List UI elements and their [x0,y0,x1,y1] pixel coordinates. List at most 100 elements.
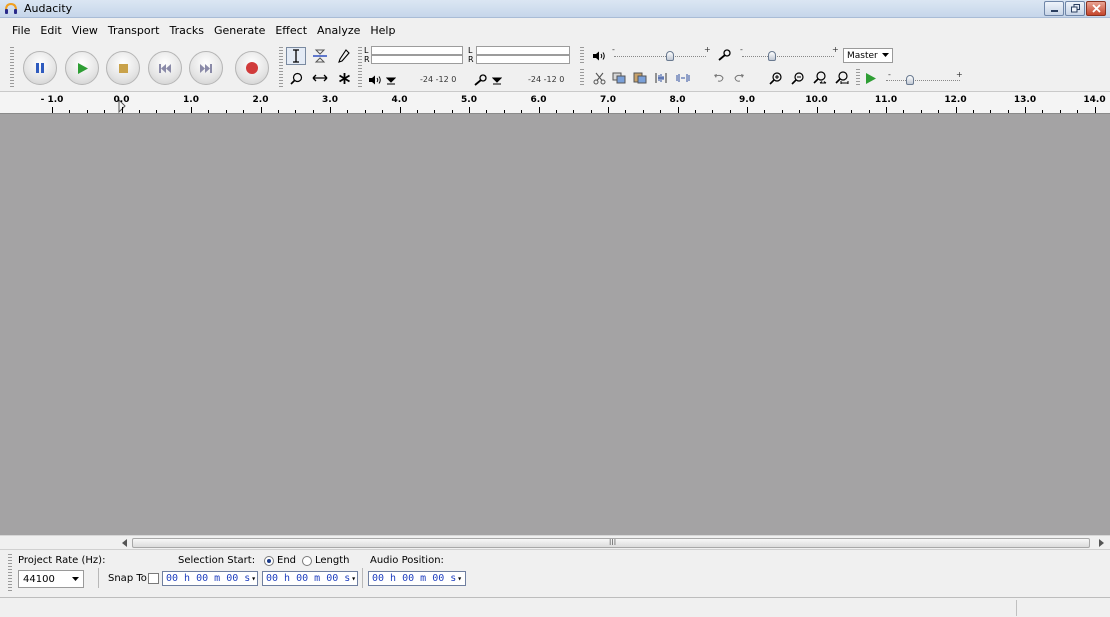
fit-project-button[interactable] [832,70,850,86]
envelope-tool-button[interactable] [310,47,330,65]
skip-to-end-button[interactable] [189,51,223,85]
track-panel[interactable] [0,114,1110,535]
timeline-ruler[interactable]: - 1.0 0.0 1.0 2.0 3.0 4.0 5.0 6.0 7.0 8.0 9.0 10.0 1… [0,92,1110,114]
horizontal-scrollbar-thumb[interactable]: III [132,538,1090,548]
snap-to-checkbox[interactable] [148,573,159,584]
ruler-label: 9.0 [739,95,755,105]
play-at-speed-button[interactable] [862,70,880,86]
menu-view[interactable]: View [72,24,98,37]
envelope-icon [313,49,327,63]
menu-help[interactable]: Help [370,24,395,37]
zoom-in-button[interactable] [766,70,784,86]
menu-analyze[interactable]: Analyze [317,24,360,37]
skip-to-start-button[interactable] [148,51,182,85]
fit-selection-button[interactable] [810,70,828,86]
silence-audio-button[interactable] [674,70,692,86]
end-radio-label: End [277,555,297,566]
ruler-major-tick [1094,107,1096,113]
time-shift-tool-button[interactable] [310,69,330,87]
playback-speed-track[interactable] [886,80,960,82]
audio-position-time-input[interactable]: 00 h 00 m 00 s ▾ [368,571,466,586]
paste-button[interactable] [631,70,649,86]
zoom-in-icon [768,71,782,85]
ruler-label: - 1.0 [40,95,64,105]
horizontal-scrollbar[interactable]: III [0,535,1110,549]
menu-file[interactable]: File [12,24,30,37]
record-meter-left [476,46,570,55]
record-button[interactable] [235,51,269,85]
selection-end-time-value: 00 h 00 m 00 s [266,573,351,584]
ruler-label: 11.0 [874,95,898,105]
selection-end-time-input[interactable]: 00 h 00 m 00 s ▾ [262,571,358,586]
selection-start-time-input[interactable]: 00 h 00 m 00 s ▾ [162,571,258,586]
restore-button[interactable] [1065,1,1085,16]
time-format-dropdown-icon[interactable]: ▾ [351,574,356,583]
pause-button[interactable] [23,51,57,85]
input-source-select[interactable]: Master [843,48,893,63]
menu-generate[interactable]: Generate [214,24,265,37]
zoom-tool-button[interactable] [286,69,306,87]
ruler-label: 7.0 [600,95,616,105]
ruler-minor-tick [295,110,297,113]
time-format-dropdown-icon[interactable]: ▾ [251,574,256,583]
menu-effect[interactable]: Effect [275,24,307,37]
selection-tool-button[interactable] [286,47,306,65]
paste-icon [633,72,647,84]
project-rate-select[interactable]: 44100 [18,570,84,588]
ruler-minor-tick [660,110,662,113]
record-meter-dropdown-icon[interactable] [492,76,502,86]
cut-button[interactable] [590,70,608,86]
window-controls [1044,1,1106,16]
zoom-out-button[interactable] [788,70,806,86]
edit-toolbar-grip[interactable] [580,69,584,87]
input-volume-slider-thumb[interactable] [768,51,776,61]
meter-toolbar-grip[interactable] [358,47,362,89]
end-radio[interactable] [264,556,274,566]
draw-tool-button[interactable] [334,47,354,65]
minimize-icon [1050,10,1058,12]
project-rate-label: Project Rate (Hz): [18,555,106,566]
length-radio[interactable] [302,556,312,566]
status-bar-separator [1016,600,1017,616]
minimize-button[interactable] [1044,1,1064,16]
input-volume-track[interactable] [742,56,834,58]
transport-toolbar-grip[interactable] [10,47,14,89]
record-meter-microphone-icon [474,74,487,86]
length-radio-label: Length [315,555,350,566]
ruler-minor-tick [347,110,349,113]
stop-button[interactable] [106,51,140,85]
output-volume-minus: - [612,45,615,54]
menu-tracks[interactable]: Tracks [169,24,204,37]
play-button[interactable] [65,51,99,85]
menu-transport[interactable]: Transport [108,24,160,37]
tools-toolbar-grip[interactable] [279,47,283,89]
selection-toolbar-grip[interactable] [8,554,12,592]
output-volume-plus: + [704,45,711,54]
output-volume-slider-thumb[interactable] [666,51,674,61]
multi-tool-button[interactable] [334,69,354,87]
trim-audio-button[interactable] [652,70,670,86]
ruler-minor-tick [868,110,870,113]
copy-button[interactable] [610,70,628,86]
record-meter-right [476,55,570,64]
ruler-major-tick [399,107,401,113]
menu-edit[interactable]: Edit [40,24,61,37]
redo-button[interactable] [730,70,748,86]
ruler-minor-tick [712,110,714,113]
playback-meter-dropdown-icon[interactable] [386,76,396,86]
ruler-minor-tick [573,110,575,113]
playback-speed-slider-thumb[interactable] [906,75,914,85]
play-at-speed-toolbar-grip[interactable] [856,69,860,87]
time-format-dropdown-icon[interactable]: ▾ [457,574,462,583]
output-volume-track[interactable] [614,56,706,58]
scroll-right-arrow-icon[interactable] [1098,539,1104,547]
ruler-major-tick [955,107,957,113]
scroll-left-arrow-icon[interactable] [122,539,128,547]
undo-button[interactable] [710,70,728,86]
mixer-toolbar-grip[interactable] [580,47,584,65]
ruler-label: 6.0 [530,95,547,105]
ruler-minor-tick [434,110,436,113]
ruler-label: 14.0 [1083,95,1106,105]
close-window-button[interactable] [1086,1,1106,16]
chevron-down-icon [882,53,889,57]
